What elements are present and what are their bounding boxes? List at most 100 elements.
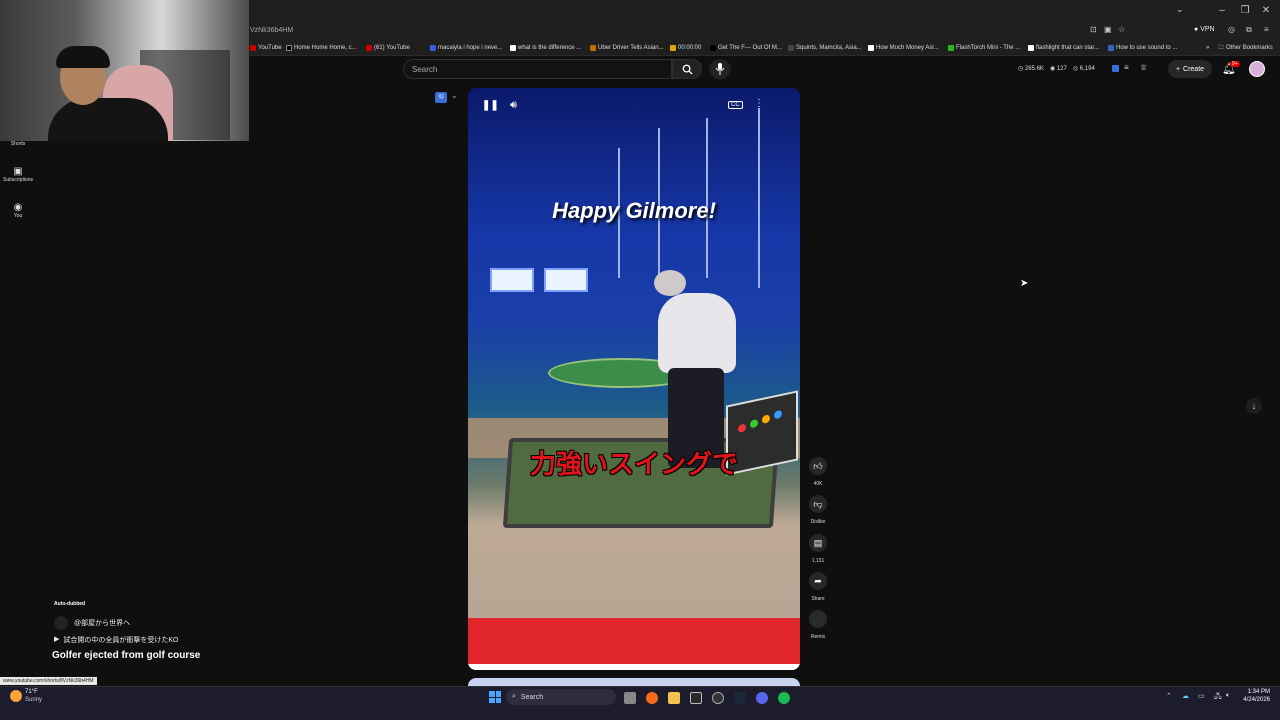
golfer-torso xyxy=(658,293,736,373)
restore-icon[interactable]: ❐ xyxy=(1238,4,1252,18)
profile-icon[interactable]: ◎ xyxy=(1228,25,1235,34)
menu-icon[interactable]: ≡ xyxy=(1264,25,1269,34)
screen-right xyxy=(544,268,588,292)
bookmark-item[interactable]: YouTube xyxy=(250,42,282,54)
bookmark-item[interactable]: macaiyla i hope i neve... xyxy=(430,42,502,54)
tray-chevron-icon[interactable]: ⌃ xyxy=(1166,692,1172,700)
dislike-label: Dislike xyxy=(810,519,826,525)
status-url: www.youtube.com/shorts/8VzNk36b4HM xyxy=(0,677,97,685)
remix-label: Remix xyxy=(810,634,826,640)
shorts-video-player[interactable]: Happy Gilmore! 力強いスイングで ❚❚ 🔊︎ CC ⋮ xyxy=(468,88,800,670)
bookmark-item[interactable]: (61) YouTube xyxy=(366,42,410,54)
tab-list-chevron-icon[interactable]: ⌄ xyxy=(1176,4,1184,15)
sidebar-item-you[interactable]: ◉ You xyxy=(0,202,36,219)
clock-time[interactable]: 1:34 PM xyxy=(1240,689,1270,695)
start-icon[interactable] xyxy=(489,691,501,703)
stat-views: ◷ 285.6K xyxy=(1018,66,1044,72)
bookmark-item[interactable]: Squints, Mamcita, Asia... xyxy=(788,42,862,54)
bookmark-folder[interactable]: 🗀 Other Bookmarks xyxy=(1218,42,1273,54)
discord-icon[interactable] xyxy=(756,692,768,704)
chevron-down-icon[interactable]: ⌄ xyxy=(451,91,458,100)
trophy-icon[interactable]: ♕ xyxy=(1140,63,1147,72)
app-icon[interactable] xyxy=(712,692,724,704)
comments-button[interactable]: ▤ xyxy=(809,534,827,552)
translate-icon[interactable]: IQ xyxy=(435,92,447,103)
task-view-icon[interactable] xyxy=(624,692,636,704)
thumbs-up-icon: 👍︎ xyxy=(813,460,823,471)
taskbar-search[interactable]: ⌕ Search xyxy=(506,689,616,705)
folder-icon: 🗀 xyxy=(1218,45,1225,51)
bookmark-item[interactable]: 00:00:00 xyxy=(670,42,701,54)
screenshot-icon[interactable]: ▣ xyxy=(1104,25,1112,34)
extensions-icon[interactable]: ⧉ xyxy=(1246,25,1252,35)
volume-icon[interactable]: 🔊︎ xyxy=(510,99,517,112)
clock-date[interactable]: 4/24/2026 xyxy=(1236,697,1270,703)
avatar[interactable] xyxy=(1249,61,1265,77)
create-button[interactable]: + Create xyxy=(1168,60,1212,78)
remix-button[interactable] xyxy=(809,610,827,628)
bookmark-item[interactable]: Home Home Home, c... xyxy=(286,42,357,54)
captions-button[interactable]: CC xyxy=(728,101,743,109)
taskbar-search-label: Search xyxy=(520,693,544,701)
file-explorer-icon[interactable] xyxy=(668,692,680,704)
video-overlay-subtitle: 力強いスイングで xyxy=(529,449,738,479)
you-icon: ◉ xyxy=(13,202,23,213)
spotify-icon[interactable] xyxy=(778,692,790,704)
bookmark-item[interactable]: FlashTorch Mini - The ... xyxy=(948,42,1020,54)
bookmark-item[interactable]: what is the difference ... xyxy=(510,42,581,54)
search-icon: ⌕ xyxy=(512,693,516,700)
channel-avatar[interactable] xyxy=(54,616,68,630)
dislike-button[interactable]: 👎︎ xyxy=(809,495,827,513)
sidebar-item-shorts[interactable]: Shorts xyxy=(0,141,36,147)
video-progress-bar[interactable] xyxy=(468,664,800,670)
next-short-arrow-icon[interactable]: ↓ xyxy=(1246,398,1262,414)
plus-icon: + xyxy=(1175,65,1181,73)
stat-watching: ◉ 127 xyxy=(1049,66,1067,72)
bookmark-star-icon[interactable]: ☆ xyxy=(1118,25,1125,34)
share-icon: ➦ xyxy=(814,575,822,586)
channel-name[interactable]: @部屋から世界へ xyxy=(74,618,130,628)
sidebar-item-subscriptions[interactable]: ▣ Subscriptions xyxy=(0,166,36,183)
close-icon[interactable]: ✕ xyxy=(1259,4,1273,18)
mouse-cursor-icon: ➤ xyxy=(1020,278,1029,289)
bookmark-item[interactable]: How to use sound to ... xyxy=(1108,42,1177,54)
kiosk-button xyxy=(774,409,782,420)
voice-search-button[interactable] xyxy=(709,59,731,79)
next-video-preview[interactable] xyxy=(468,678,800,686)
url-text[interactable]: VzNk36b4HM xyxy=(250,27,293,34)
install-app-icon[interactable]: ⊡ xyxy=(1090,25,1097,34)
more-options-icon[interactable]: ⋮ xyxy=(754,98,764,109)
linked-video[interactable]: ▶ 試合開の中の全員が衝撃を受けたKO xyxy=(54,635,179,645)
search-placeholder: Search xyxy=(412,65,438,74)
onedrive-icon[interactable]: ☁ xyxy=(1182,692,1189,700)
video-overlay-title: Happy Gilmore! xyxy=(552,198,716,223)
thumbs-down-icon: 👎︎ xyxy=(813,498,823,509)
queue-icon[interactable]: ≡ xyxy=(1124,63,1129,72)
weather-desc: Sunny xyxy=(25,697,43,703)
minimize-icon[interactable]: – xyxy=(1215,4,1229,18)
bookmark-item[interactable]: Get The F--- Out Of M... xyxy=(710,42,782,54)
bookmark-item[interactable]: flashlight that can star... xyxy=(1028,42,1099,54)
network-icon[interactable]: 🖧︎ xyxy=(1214,692,1222,703)
display-icon[interactable]: ▭ xyxy=(1198,692,1205,700)
obs-icon[interactable] xyxy=(690,692,702,704)
search-input[interactable]: Search xyxy=(403,59,672,79)
steam-icon[interactable] xyxy=(734,692,746,704)
speaker-icon[interactable]: 🔈︎ xyxy=(1226,692,1230,700)
pause-icon[interactable]: ❚❚ xyxy=(482,100,499,111)
weather-temp: 71°F xyxy=(25,689,38,695)
bookmark-item[interactable]: How Much Money Asi... xyxy=(868,42,939,54)
extension-icon[interactable] xyxy=(1112,65,1119,72)
subscriptions-icon: ▣ xyxy=(13,166,23,177)
share-button[interactable]: ➦ xyxy=(809,572,827,590)
search-button[interactable] xyxy=(672,59,702,79)
bookmark-item[interactable]: Uber Driver Tells Asian... xyxy=(590,42,664,54)
firefox-icon[interactable] xyxy=(646,692,658,704)
webcam-person-body xyxy=(48,98,168,141)
more-bookmarks-chevron-icon[interactable]: » xyxy=(1206,42,1209,54)
comment-icon: ▤ xyxy=(813,537,823,548)
like-button[interactable]: 👍︎ xyxy=(809,457,827,475)
weather-icon[interactable] xyxy=(10,690,22,702)
create-label: Create xyxy=(1183,65,1205,73)
vpn-button[interactable]: ● VPN xyxy=(1194,26,1215,33)
